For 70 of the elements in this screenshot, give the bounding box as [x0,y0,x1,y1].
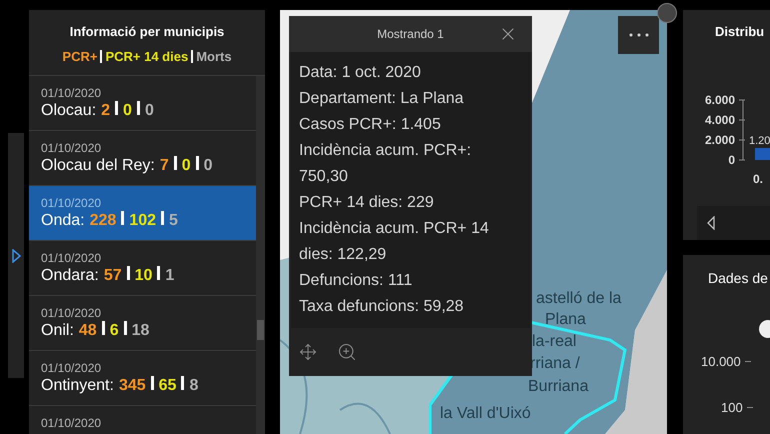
value-text: 102 [129,211,156,231]
popup-field-text: Incidència acum. PCR+ 14 dies: 122,29 [299,219,490,265]
date-text: 01/10/2020 [41,251,102,265]
axis-tick-label: 6.000 [704,92,735,106]
category-label: 0. [753,172,764,186]
scrollbar-thumb[interactable] [257,320,264,340]
axis-tick-label: 4.000 [704,112,735,126]
value-text: 48 [78,321,97,341]
municipality-name: Onda: [41,211,85,231]
expand-triangle-icon [12,248,20,262]
date-text: 01/10/2020 [41,86,102,100]
axis-tick-label: 2.000 [704,132,735,146]
value-text: 228 [90,211,116,231]
scrollbar-track[interactable] [256,76,265,434]
popup-title: Mostrando 1 [377,26,444,43]
value-label: 1.20 [749,134,770,146]
legend-label: PCR+ [62,48,98,66]
axis-tick-label: 100 [721,399,743,417]
legend-label: Morts [196,48,232,66]
value-text: 345 [118,376,146,396]
map-place-label: Burriana [528,377,588,397]
panel-title: Dades de [707,269,769,288]
value-text: 6 [110,321,119,341]
map-place-label: astelló de la [536,289,622,309]
map-place-label: la Vall d'Uixó [440,404,531,424]
value-text: 8 [189,376,198,396]
value-text: 18 [132,321,150,341]
popup-field-text: PCR+ 14 dies: 229 [299,193,435,213]
value-text: 0 [144,101,154,121]
municipality-name: Ontinyent: [41,376,114,396]
panel-title: Distribu [714,23,766,41]
y-axis [738,99,746,160]
sidebar-title: Informació per municipis [70,23,224,41]
move-icon[interactable] [299,343,317,361]
value-text: 0 [182,156,191,176]
axis-tick-label: 10.000 [701,353,741,371]
more-dots-icon [628,33,648,37]
value-text: 0 [204,156,213,176]
value-text: 10 [134,266,152,286]
municipality-name: Olocau: [41,101,96,121]
value-text: 57 [104,266,122,286]
popup-field-text: Defuncions: 111 [299,271,414,291]
value-text: 1 [165,266,174,286]
popup-field-text: Casos PCR+: 1.405 [299,115,442,135]
value-text: 65 [158,376,176,396]
value-text: 2 [101,101,110,121]
map-place-label: la-real [532,332,576,352]
municipality-name: Olocau del Rey: [41,156,155,176]
axis-tick-label: 0 [728,152,735,166]
previous-triangle-icon[interactable] [707,216,715,230]
fullscreen-icon[interactable] [657,3,677,23]
map-place-label: Plana [545,310,586,330]
popup-field-text: Departament: La Plana [299,89,465,109]
date-text: 01/10/2020 [41,416,102,430]
zoom-in-icon[interactable] [337,342,357,362]
value-text: 7 [160,156,169,176]
chart-bar [755,148,770,160]
value-text: 0 [123,101,132,121]
popup-field-text: Incidència acum. PCR+: 750,30 [299,141,472,187]
date-text: 01/10/2020 [41,141,102,155]
legend-label: PCR+ 14 dies [105,48,188,66]
date-text: 01/10/2020 [41,306,102,320]
value-text: 5 [169,211,178,231]
municipality-item[interactable]: 01/10/2020 Onda: 228 102 5 [29,186,256,241]
municipality-name: Onil: [41,321,74,341]
date-text: 01/10/2020 [41,361,102,375]
popup-field-text: Data: 1 oct. 2020 [299,63,422,83]
municipality-name: Ondara: [41,266,99,286]
popup-field-text: Taxa defuncions: 59,28 [299,297,465,317]
date-text: 01/10/2020 [41,196,102,210]
